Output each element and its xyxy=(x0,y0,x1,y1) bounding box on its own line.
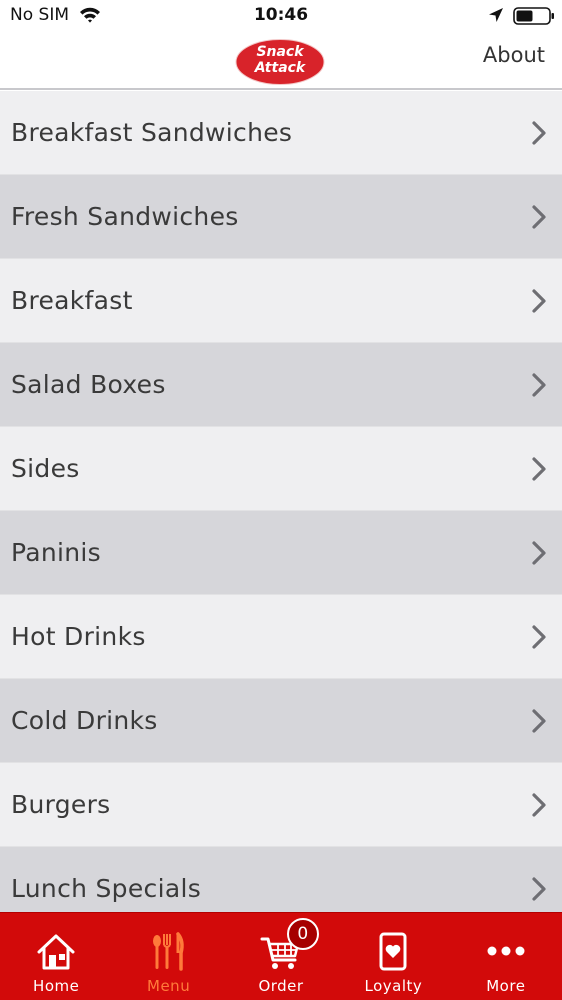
menu-item-label: Breakfast Sandwiches xyxy=(11,118,293,147)
home-icon xyxy=(37,934,75,970)
logo-line-2: Attack xyxy=(254,60,306,76)
tab-more[interactable]: More xyxy=(450,913,562,1000)
menu-item-burgers[interactable]: Burgers xyxy=(0,763,562,847)
menu-item-breakfast-sandwiches[interactable]: Breakfast Sandwiches xyxy=(0,91,562,175)
menu-item-sides[interactable]: Sides xyxy=(0,427,562,511)
tab-order[interactable]: 0 Order xyxy=(225,913,337,1000)
menu-item-label: Hot Drinks xyxy=(11,622,146,651)
menu-item-label: Sides xyxy=(11,454,80,483)
menu-item-salad-boxes[interactable]: Salad Boxes xyxy=(0,343,562,427)
menu-item-label: Lunch Specials xyxy=(11,874,202,903)
status-bar: No SIM 10:46 xyxy=(0,0,562,32)
location-arrow-icon xyxy=(489,8,503,22)
tab-label: Menu xyxy=(147,977,191,995)
tab-label: Loyalty xyxy=(364,977,423,995)
menu-item-lunch-specials[interactable]: Lunch Specials xyxy=(0,847,562,912)
menu-category-list: Breakfast Sandwiches Fresh Sandwiches Br… xyxy=(0,91,562,912)
tab-loyalty[interactable]: Loyalty xyxy=(337,913,449,1000)
menu-item-label: Paninis xyxy=(11,538,101,567)
chevron-right-icon xyxy=(532,708,546,733)
chevron-right-icon xyxy=(532,624,546,649)
chevron-right-icon xyxy=(532,876,546,901)
menu-item-paninis[interactable]: Paninis xyxy=(0,511,562,595)
about-link[interactable]: About xyxy=(483,43,545,67)
clock: 10:46 xyxy=(253,5,309,25)
chevron-right-icon xyxy=(532,540,546,565)
chevron-right-icon xyxy=(532,204,546,229)
chevron-right-icon xyxy=(532,288,546,313)
battery-icon xyxy=(513,7,554,25)
cutlery-icon xyxy=(152,932,184,971)
tab-label: More xyxy=(486,977,526,995)
cart-count-badge: 0 xyxy=(286,918,319,950)
logo-line-1: Snack xyxy=(256,44,304,60)
tab-home[interactable]: Home xyxy=(0,913,112,1000)
chevron-right-icon xyxy=(532,792,546,817)
chevron-right-icon xyxy=(532,456,546,481)
menu-item-breakfast[interactable]: Breakfast xyxy=(0,259,562,343)
menu-item-label: Burgers xyxy=(11,790,111,819)
menu-item-label: Fresh Sandwiches xyxy=(11,202,239,231)
app-header: Snack Attack About xyxy=(0,32,562,90)
chevron-right-icon xyxy=(532,372,546,397)
tab-menu[interactable]: Menu xyxy=(112,913,224,1000)
menu-item-label: Salad Boxes xyxy=(11,370,166,399)
more-icon xyxy=(487,946,525,956)
bottom-tab-bar: Home Menu 0 Order Loyalty More xyxy=(0,912,562,1000)
menu-item-label: Breakfast xyxy=(11,286,133,315)
menu-item-fresh-sandwiches[interactable]: Fresh Sandwiches xyxy=(0,175,562,259)
menu-item-hot-drinks[interactable]: Hot Drinks xyxy=(0,595,562,679)
menu-item-cold-drinks[interactable]: Cold Drinks xyxy=(0,679,562,763)
tab-label: Order xyxy=(258,977,304,995)
menu-item-label: Cold Drinks xyxy=(11,706,158,735)
chevron-right-icon xyxy=(532,120,546,145)
tab-label: Home xyxy=(33,977,80,995)
logo-wordmark: Snack Attack xyxy=(233,44,327,76)
loyalty-card-icon xyxy=(379,932,407,971)
